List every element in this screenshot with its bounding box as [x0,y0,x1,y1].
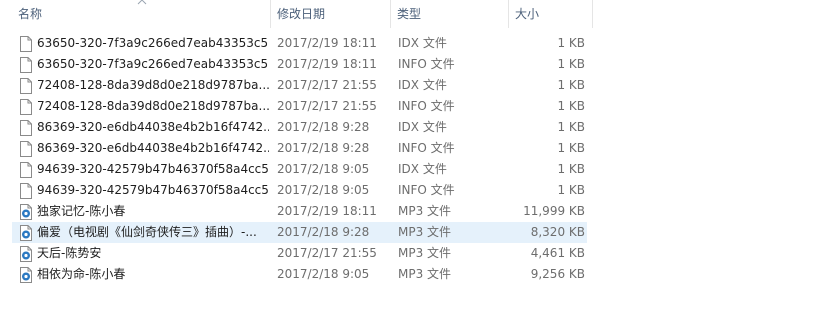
file-row[interactable]: 94639-320-42579b47b46370f58a4cc5... 2017/… [12,159,587,180]
column-header-type[interactable]: 类型 [391,0,509,28]
file-modified-date: 2017/2/19 18:11 [277,57,377,71]
file-row[interactable]: 天后-陈势安 2017/2/17 21:55 MP3 文件 4,461 KB [12,243,587,264]
column-header-type-label: 类型 [397,7,422,21]
file-name: 天后-陈势安 [37,246,102,260]
blank-file-icon [19,159,35,180]
file-type: IDX 文件 [398,78,447,92]
file-modified-date: 2017/2/17 21:55 [277,78,377,92]
file-name: 独家记忆-陈小春 [37,204,126,218]
file-row[interactable]: 72408-128-8da39d8d0e218d9787ba... 2017/2/… [12,75,587,96]
file-type: IDX 文件 [398,162,447,176]
file-modified-date: 2017/2/17 21:55 [277,246,377,260]
file-type: INFO 文件 [398,99,455,113]
file-row[interactable]: 94639-320-42579b47b46370f58a4cc5... 2017/… [12,180,587,201]
file-modified-date: 2017/2/18 9:05 [277,267,370,281]
file-modified-date: 2017/2/18 9:28 [277,141,370,155]
file-name: 72408-128-8da39d8d0e218d9787ba... [37,78,269,92]
column-header-date[interactable]: 修改日期 [271,0,391,28]
file-size: 1 KB [557,57,585,71]
file-row[interactable]: 63650-320-7f3a9c266ed7eab43353c5... 2017/… [12,54,587,75]
file-type: MP3 文件 [398,267,452,281]
file-name: 94639-320-42579b47b46370f58a4cc5... [37,162,269,176]
file-size: 9,256 KB [530,267,585,281]
file-type: INFO 文件 [398,57,455,71]
file-row[interactable]: 63650-320-7f3a9c266ed7eab43353c5... 2017/… [12,33,587,54]
file-modified-date: 2017/2/19 18:11 [277,36,377,50]
file-type: MP3 文件 [398,246,452,260]
file-row[interactable]: 独家记忆-陈小春 2017/2/19 18:11 MP3 文件 11,999 KB [12,201,587,222]
audio-file-icon [19,222,35,243]
file-size: 1 KB [557,120,585,134]
audio-file-icon [19,243,35,264]
file-size: 4,461 KB [530,246,585,260]
file-modified-date: 2017/2/17 21:55 [277,99,377,113]
column-header-name-label: 名称 [18,7,43,21]
file-size: 11,999 KB [523,204,585,218]
file-name: 相依为命-陈小春 [37,267,126,281]
file-modified-date: 2017/2/19 18:11 [277,204,377,218]
file-name: 63650-320-7f3a9c266ed7eab43353c5... [37,36,269,50]
file-type: INFO 文件 [398,141,455,155]
file-size: 1 KB [557,99,585,113]
blank-file-icon [19,33,35,54]
file-size: 1 KB [557,36,585,50]
file-size: 1 KB [557,78,585,92]
blank-file-icon [19,54,35,75]
column-header-date-label: 修改日期 [277,7,326,21]
file-name: 86369-320-e6db44038e4b2b16f4742... [37,141,269,155]
file-row[interactable]: 72408-128-8da39d8d0e218d9787ba... 2017/2/… [12,96,587,117]
audio-file-icon [19,201,35,222]
file-name: 72408-128-8da39d8d0e218d9787ba... [37,99,269,113]
blank-file-icon [19,180,35,201]
blank-file-icon [19,75,35,96]
file-name: 偏爱（电视剧《仙剑奇侠传三》插曲）-... [37,225,257,239]
file-row[interactable]: 86369-320-e6db44038e4b2b16f4742... 2017/2… [12,117,587,138]
file-type: MP3 文件 [398,225,452,239]
file-row[interactable]: 86369-320-e6db44038e4b2b16f4742... 2017/2… [12,138,587,159]
blank-file-icon [19,117,35,138]
file-modified-date: 2017/2/18 9:05 [277,162,370,176]
file-modified-date: 2017/2/18 9:28 [277,225,370,239]
blank-file-icon [19,138,35,159]
file-name: 86369-320-e6db44038e4b2b16f4742... [37,120,269,134]
file-type: INFO 文件 [398,183,455,197]
file-row[interactable]: 偏爱（电视剧《仙剑奇侠传三》插曲）-... 2017/2/18 9:28 MP3 文… [12,222,587,243]
file-size: 1 KB [557,141,585,155]
file-size: 1 KB [557,183,585,197]
file-type: IDX 文件 [398,120,447,134]
blank-file-icon [19,96,35,117]
column-header-size-label: 大小 [515,7,540,21]
column-header-bar: 名称 修改日期 类型 大小 [0,0,593,28]
file-modified-date: 2017/2/18 9:28 [277,120,370,134]
file-row[interactable]: 相依为命-陈小春 2017/2/18 9:05 MP3 文件 9,256 KB [12,264,587,285]
sort-ascending-icon [137,0,147,5]
file-size: 8,320 KB [530,225,585,239]
file-name: 63650-320-7f3a9c266ed7eab43353c5... [37,57,269,71]
file-name: 94639-320-42579b47b46370f58a4cc5... [37,183,269,197]
file-size: 1 KB [557,162,585,176]
audio-file-icon [19,264,35,285]
file-modified-date: 2017/2/18 9:05 [277,183,370,197]
column-header-size[interactable]: 大小 [509,0,593,28]
file-type: IDX 文件 [398,36,447,50]
file-type: MP3 文件 [398,204,452,218]
